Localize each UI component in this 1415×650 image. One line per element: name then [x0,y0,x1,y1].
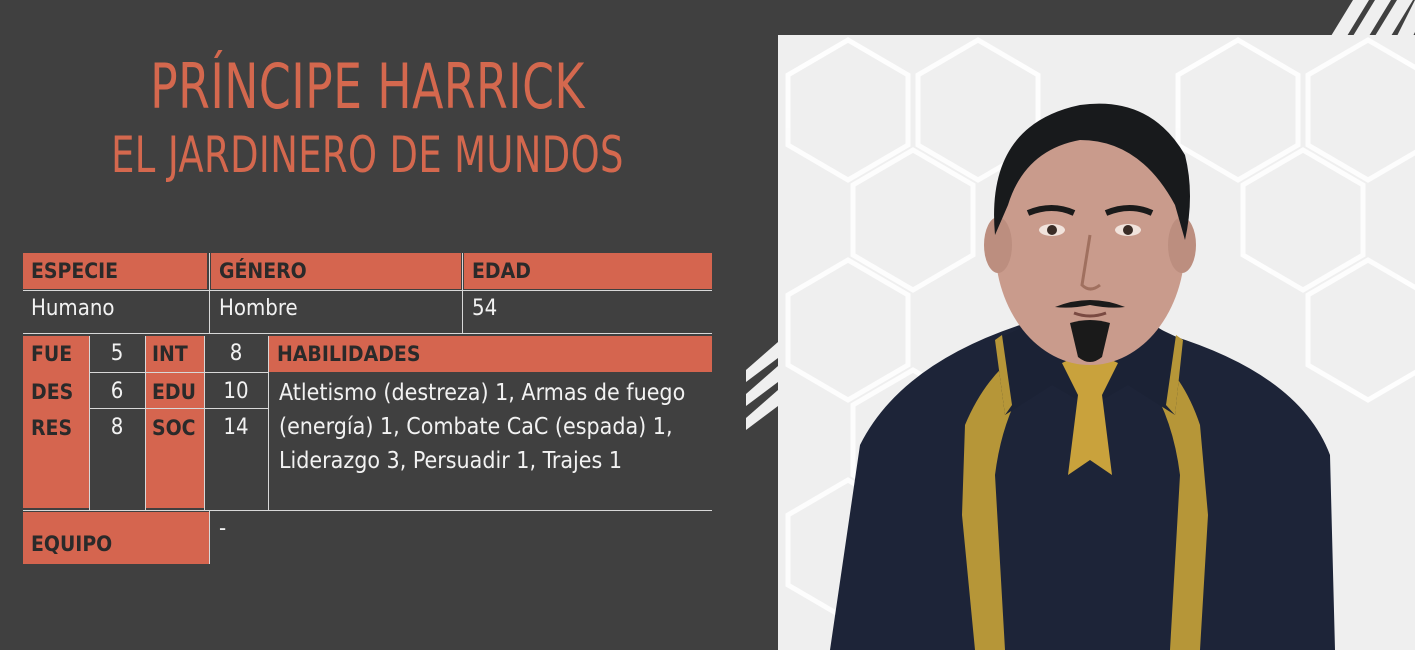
des-value: 6 [110,379,124,404]
edu-value: 10 [223,379,249,404]
equipment-header: EQUIPO [23,512,209,564]
res-label: RES [31,416,73,440]
gender-header: GÉNERO [211,253,461,289]
grid-line [23,510,712,511]
stripes-top-decoration [1331,0,1415,36]
des-label: DES [31,380,74,404]
grid-line [268,336,269,510]
fue-label: FUE [31,342,73,366]
grid-line [462,253,463,333]
grid-line [23,290,712,291]
grid-line [209,253,210,333]
grid-line [89,372,269,373]
grid-line [209,510,210,564]
fue-value: 5 [110,341,124,366]
character-name: PRÍNCIPE HARRICK [150,50,585,123]
age-header: EDAD [464,253,712,289]
equipment-value: - [219,516,227,541]
skills-value: Atletismo (destreza) 1, Armas de fuego (… [279,380,686,474]
character-epithet: EL JARDINERO DE MUNDOS [111,126,624,184]
res-value: 8 [110,415,124,440]
grid-line [145,336,146,510]
stripes-side-decoration [746,342,778,430]
int-value: 8 [229,341,243,366]
gender-value: Hombre [219,296,298,321]
edu-label: EDU [152,380,196,404]
species-header: ESPECIE [23,253,207,289]
grid-line [89,408,269,409]
noble-portrait-image [830,103,1335,650]
grid-line [23,333,712,334]
soc-label: SOC [152,416,196,440]
age-value: 54 [472,296,498,321]
skills-header: HABILIDADES [269,336,712,372]
soc-value: 14 [223,415,249,440]
int-label: INT [152,342,188,366]
species-value: Humano [31,296,115,321]
grid-line [89,336,90,510]
grid-line [204,336,205,510]
